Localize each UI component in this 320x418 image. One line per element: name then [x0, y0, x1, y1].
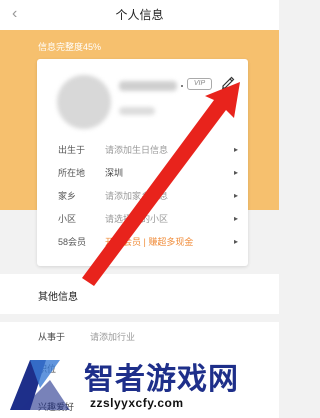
section-title: 其他信息 — [38, 292, 78, 303]
row-hometown[interactable]: 家乡 请添加家乡信息 ▸ — [58, 189, 238, 205]
watermark-brand: 智者游戏网 — [84, 362, 239, 397]
watermark-url: zzslyyxcfy.com — [90, 396, 184, 410]
chevron-right-icon: ▸ — [233, 214, 238, 223]
separator-dot — [181, 85, 183, 87]
row-industry[interactable]: 从事于 请添加行业 — [38, 330, 258, 346]
chevron-right-icon: ▸ — [233, 237, 238, 246]
vip-badge[interactable]: VIP — [187, 78, 212, 90]
row-label: 出生于 — [58, 145, 86, 155]
row-label: 家乡 — [58, 191, 77, 201]
avatar[interactable] — [57, 75, 111, 129]
top-bar: ‹ 个人信息 — [0, 0, 279, 30]
row-label: 58会员 — [58, 237, 87, 247]
row-value: 请选择我的小区 — [105, 214, 169, 224]
chevron-right-icon: ▸ — [233, 191, 238, 200]
completeness-label: 信息完整度45% — [38, 42, 102, 52]
profile-card: VIP 出生于 请添加生日信息 ▸ 所在地 深圳 ▸ 家乡 请添加家乡信息 ▸ … — [37, 59, 248, 266]
row-community[interactable]: 小区 请选择我的小区 ▸ — [58, 212, 238, 228]
row-value: 请添加生日信息 — [105, 145, 169, 155]
row-label: 小区 — [58, 214, 77, 224]
watermark-logo — [10, 360, 70, 410]
row-value: 请添加家乡信息 — [105, 191, 169, 201]
chevron-right-icon: ▸ — [233, 145, 238, 154]
row-value: 深圳 — [105, 168, 124, 178]
chevron-right-icon: ▸ — [233, 168, 238, 177]
row-value: 请添加行业 — [90, 332, 136, 342]
row-membership[interactable]: 58会员 开通会员 | 赚超多现金 ▸ — [58, 235, 238, 251]
divider — [0, 314, 279, 322]
row-value: 开通会员 | 赚超多现金 — [105, 237, 194, 247]
row-label: 从事于 — [38, 332, 66, 342]
row-birthday[interactable]: 出生于 请添加生日信息 ▸ — [58, 143, 238, 159]
page-title: 个人信息 — [115, 8, 164, 22]
row-location[interactable]: 所在地 深圳 ▸ — [58, 166, 238, 182]
row-label: 所在地 — [58, 168, 86, 178]
blurred-username — [119, 81, 177, 91]
blurred-user-id — [119, 107, 155, 115]
pencil-icon[interactable] — [220, 74, 236, 90]
